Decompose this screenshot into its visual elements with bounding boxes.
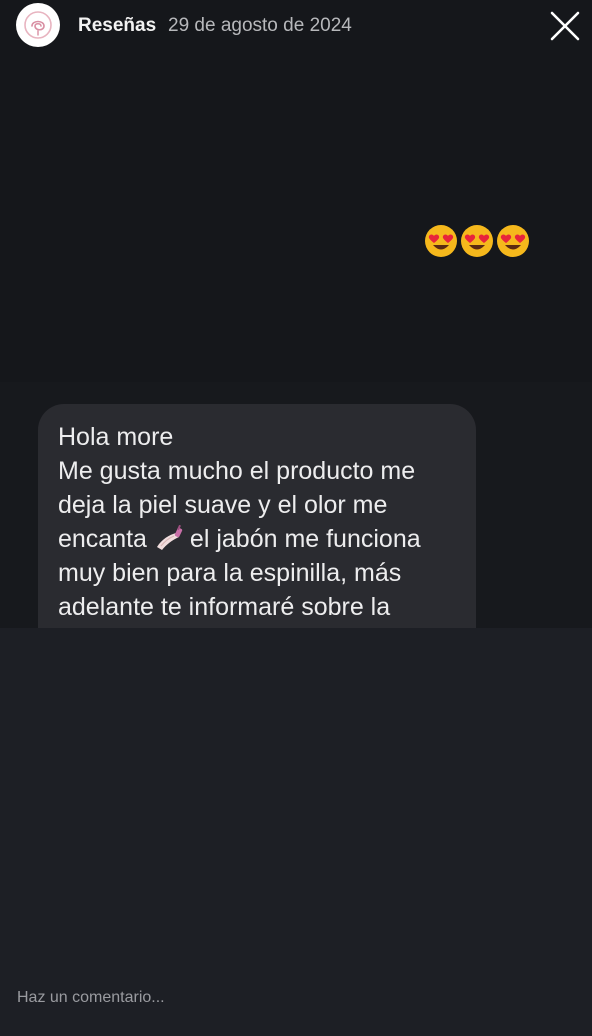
message-bubble: Hola more Me gusta mucho el producto me … xyxy=(38,404,476,664)
close-button[interactable] xyxy=(546,8,584,46)
heart-eyes-emoji-icon xyxy=(424,224,458,258)
account-name[interactable]: Reseñas xyxy=(78,15,156,37)
nail-polish-icon xyxy=(154,525,186,551)
reply-panel xyxy=(0,628,592,1036)
comment-bar xyxy=(0,960,592,1036)
heart-eyes-emoji-icon xyxy=(460,224,494,258)
account-avatar[interactable] xyxy=(16,3,60,47)
story-top-area xyxy=(0,0,592,382)
comment-input[interactable] xyxy=(17,986,557,1010)
heart-eyes-emoji-icon xyxy=(496,224,530,258)
story-header: Reseñas 29 de agosto de 2024 xyxy=(0,0,592,56)
close-icon xyxy=(546,8,584,46)
emoji-sticker xyxy=(424,224,530,258)
post-date: 29 de agosto de 2024 xyxy=(168,15,352,36)
rose-logo-icon xyxy=(23,10,53,40)
message-text: Hola more Me gusta mucho el producto me … xyxy=(58,420,468,624)
story-viewer: Reseñas 29 de agosto de 2024 Hola more M… xyxy=(0,0,592,1036)
